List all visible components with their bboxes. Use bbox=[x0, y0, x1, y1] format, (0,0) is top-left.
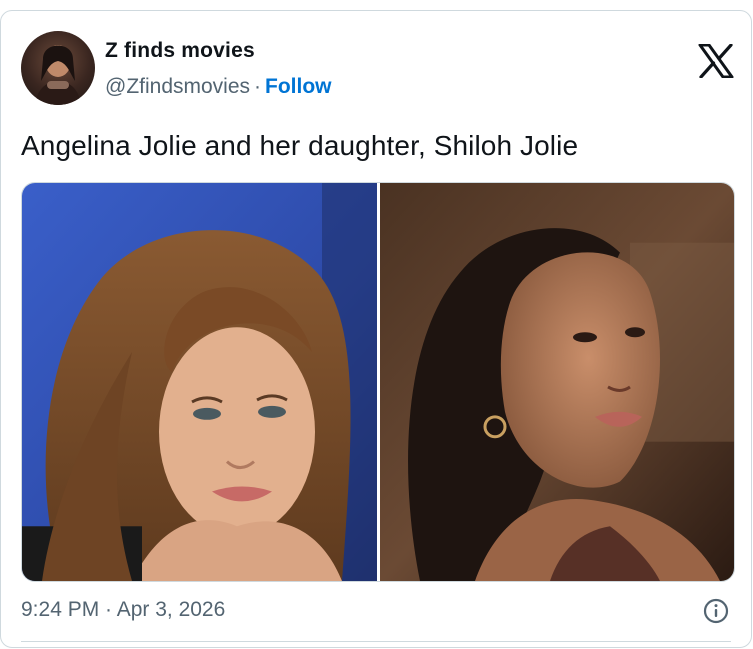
info-icon[interactable] bbox=[703, 598, 729, 624]
author-name[interactable]: Z finds movies bbox=[105, 39, 255, 63]
x-logo-icon[interactable] bbox=[698, 43, 734, 79]
separator-dot: · bbox=[254, 75, 262, 98]
avatar-image bbox=[35, 45, 81, 105]
tweet-text: Angelina Jolie and her daughter, Shiloh … bbox=[21, 130, 579, 161]
tweet-card: Z finds movies @Zfindsmovies · Follow Ange… bbox=[0, 10, 752, 648]
bottom-divider bbox=[21, 641, 731, 642]
author-handle[interactable]: @Zfindsmovies bbox=[105, 75, 250, 98]
media-grid bbox=[21, 182, 735, 582]
photo-left[interactable] bbox=[22, 183, 377, 581]
author-handle-row: @Zfindsmovies · Follow bbox=[105, 75, 332, 99]
tweet-timestamp[interactable]: 9:24 PM · Apr 3, 2026 bbox=[21, 598, 225, 622]
follow-button[interactable]: Follow bbox=[265, 75, 332, 98]
avatar[interactable] bbox=[21, 31, 95, 105]
photo-right[interactable] bbox=[380, 183, 734, 581]
